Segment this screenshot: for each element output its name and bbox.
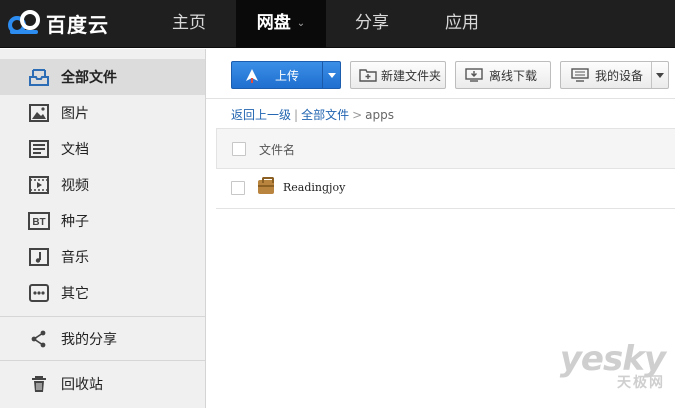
all-files-icon	[28, 66, 50, 88]
sidebar: 全部文件 图片 文档 视频 BT 种子 音乐 其它 我的分享 回收站	[0, 49, 206, 408]
back-link[interactable]: 返回上一级	[231, 108, 291, 122]
sidebar-item-recycle-bin[interactable]: 回收站	[0, 366, 205, 402]
folder-icon	[258, 177, 274, 194]
sidebar-item-label: 图片	[61, 106, 89, 122]
toolbar-divider	[206, 98, 675, 99]
row-checkbox[interactable]	[231, 181, 245, 195]
svg-text:BT: BT	[32, 217, 45, 228]
caret-down-icon	[656, 72, 664, 78]
nav-home[interactable]: 主页	[148, 0, 230, 48]
share-icon	[28, 328, 50, 350]
sidebar-item-label: 其它	[61, 286, 89, 302]
sidebar-item-label: 全部文件	[61, 70, 117, 86]
video-icon	[28, 174, 50, 196]
offline-download-label: 离线下载	[489, 68, 538, 83]
breadcrumb: 返回上一级 | 全部文件 > apps	[231, 106, 394, 123]
nav-netdisk-label: 网盘	[256, 13, 291, 33]
watermark-logo: yesky	[559, 339, 666, 379]
sidebar-item-videos[interactable]: 视频	[0, 167, 205, 203]
watermark: yesky 天极网	[559, 339, 666, 392]
devices-dropdown-toggle[interactable]	[651, 62, 668, 88]
nav-apps[interactable]: 应用	[420, 0, 504, 48]
chevron-down-icon: ⌄	[296, 18, 306, 29]
nav-home-label: 主页	[172, 13, 206, 33]
sidebar-divider	[0, 316, 205, 317]
other-icon	[28, 282, 50, 304]
breadcrumb-arrow: >	[352, 108, 363, 122]
sidebar-item-images[interactable]: 图片	[0, 95, 205, 131]
logo-text: 百度云	[46, 12, 109, 37]
sidebar-item-documents[interactable]: 文档	[0, 131, 205, 167]
breadcrumb-current: apps	[365, 108, 394, 122]
device-icon	[571, 68, 589, 82]
breadcrumb-divider: |	[294, 108, 299, 122]
offline-download-icon	[465, 68, 483, 82]
select-all-checkbox[interactable]	[232, 142, 246, 156]
upload-button[interactable]: 上传	[231, 61, 341, 89]
breadcrumb-root-link[interactable]: 全部文件	[301, 108, 349, 122]
upload-icon	[243, 68, 261, 83]
baidu-cloud-logo[interactable]: 百度云	[6, 8, 109, 38]
sidebar-item-other[interactable]: 其它	[0, 275, 205, 311]
bt-icon: BT	[28, 210, 50, 232]
sidebar-item-label: 我的分享	[61, 332, 117, 348]
new-folder-icon	[359, 68, 377, 82]
sidebar-item-torrents[interactable]: BT 种子	[0, 203, 205, 239]
music-icon	[28, 246, 50, 268]
file-name[interactable]: Readingjoy	[283, 181, 345, 194]
column-header-filename[interactable]: 文件名	[259, 141, 295, 158]
new-folder-button[interactable]: 新建文件夹	[350, 61, 446, 89]
sidebar-divider	[0, 360, 205, 361]
sidebar-item-label: 回收站	[61, 377, 103, 393]
image-icon	[28, 102, 50, 124]
file-table-header: 文件名	[216, 128, 675, 169]
sidebar-item-label: 视频	[61, 178, 89, 194]
upload-dropdown-toggle[interactable]	[322, 62, 340, 88]
sidebar-item-all-files[interactable]: 全部文件	[0, 59, 205, 95]
nav-apps-label: 应用	[445, 13, 479, 33]
top-nav-bar: 百度云 主页 网盘 ⌄ 分享 应用	[0, 0, 675, 48]
caret-down-icon	[327, 72, 336, 78]
nav-share[interactable]: 分享	[330, 0, 414, 48]
new-folder-label: 新建文件夹	[381, 68, 442, 83]
sidebar-item-label: 音乐	[61, 250, 89, 266]
nav-netdisk[interactable]: 网盘 ⌄	[236, 0, 326, 48]
sidebar-item-label: 文档	[61, 142, 89, 158]
sidebar-item-label: 种子	[61, 214, 89, 230]
sidebar-item-my-shares[interactable]: 我的分享	[0, 321, 205, 357]
table-row[interactable]: Readingjoy	[216, 169, 675, 209]
trash-icon	[28, 373, 50, 395]
upload-label: 上传	[275, 68, 300, 83]
offline-download-button[interactable]: 离线下载	[455, 61, 551, 89]
nav-share-label: 分享	[355, 13, 389, 33]
cloud-logo-icon	[6, 8, 44, 38]
my-devices-label: 我的设备	[595, 68, 644, 83]
sidebar-item-music[interactable]: 音乐	[0, 239, 205, 275]
my-devices-button[interactable]: 我的设备	[560, 61, 669, 89]
document-icon	[28, 138, 50, 160]
